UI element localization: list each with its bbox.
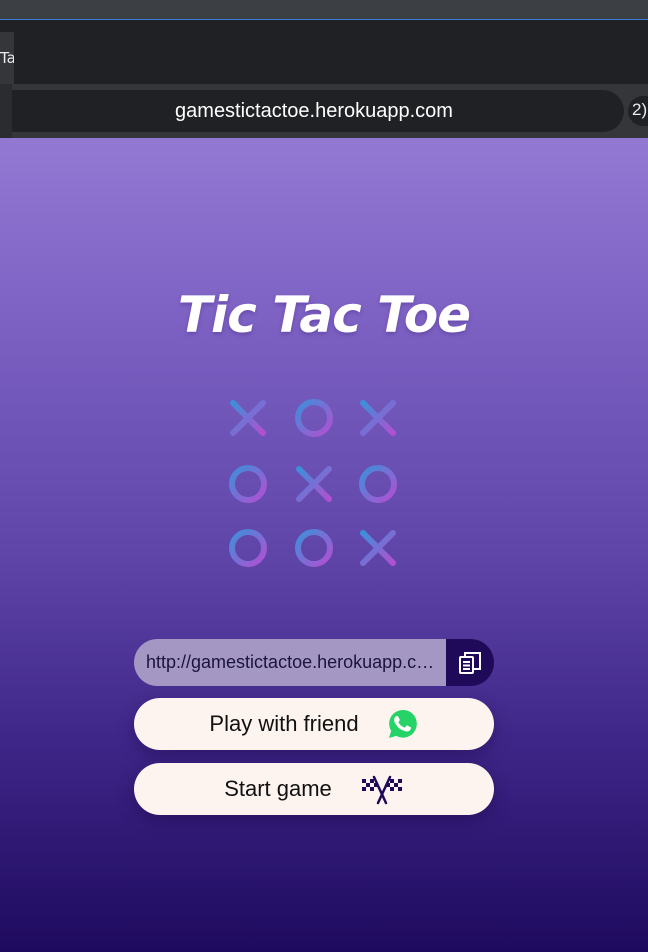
start-game-button[interactable]: Start game bbox=[134, 763, 494, 815]
board-x-mark bbox=[230, 400, 266, 436]
start-game-label: Start game bbox=[224, 776, 332, 801]
board-x-mark bbox=[360, 530, 396, 566]
page-title: Tic Tac Toe bbox=[177, 286, 471, 344]
tic-tac-toe-logo bbox=[219, 391, 409, 577]
board-o-mark bbox=[229, 465, 267, 503]
board-o-mark bbox=[295, 399, 333, 437]
board-marks bbox=[229, 399, 397, 567]
share-link-input[interactable] bbox=[134, 639, 454, 686]
whatsapp-icon bbox=[387, 708, 419, 740]
play-with-friend-label: Play with friend bbox=[209, 711, 359, 736]
back-button[interactable] bbox=[0, 84, 12, 138]
game-page: Tic Tac Toe http://gamestictactoe.heroku… bbox=[0, 138, 648, 952]
browser-tab-strip bbox=[0, 20, 648, 84]
copy-icon bbox=[459, 651, 481, 674]
board-o-mark bbox=[229, 529, 267, 567]
board-o-mark bbox=[295, 529, 333, 567]
board-x-mark bbox=[360, 400, 396, 436]
checkered-flags-icon bbox=[360, 773, 404, 805]
play-with-friend-button[interactable]: Play with friend bbox=[134, 698, 494, 750]
copy-link-button[interactable] bbox=[446, 639, 494, 686]
address-url: gamestictactoe.herokuapp.com bbox=[175, 99, 453, 122]
share-link-row bbox=[134, 639, 494, 686]
browser-title-bar bbox=[0, 0, 648, 20]
address-bar[interactable]: gamestictactoe.herokuapp.com bbox=[12, 90, 624, 132]
board-o-mark bbox=[359, 465, 397, 503]
board-x-mark bbox=[296, 466, 332, 502]
browser-tab[interactable]: Ta bbox=[0, 32, 14, 84]
